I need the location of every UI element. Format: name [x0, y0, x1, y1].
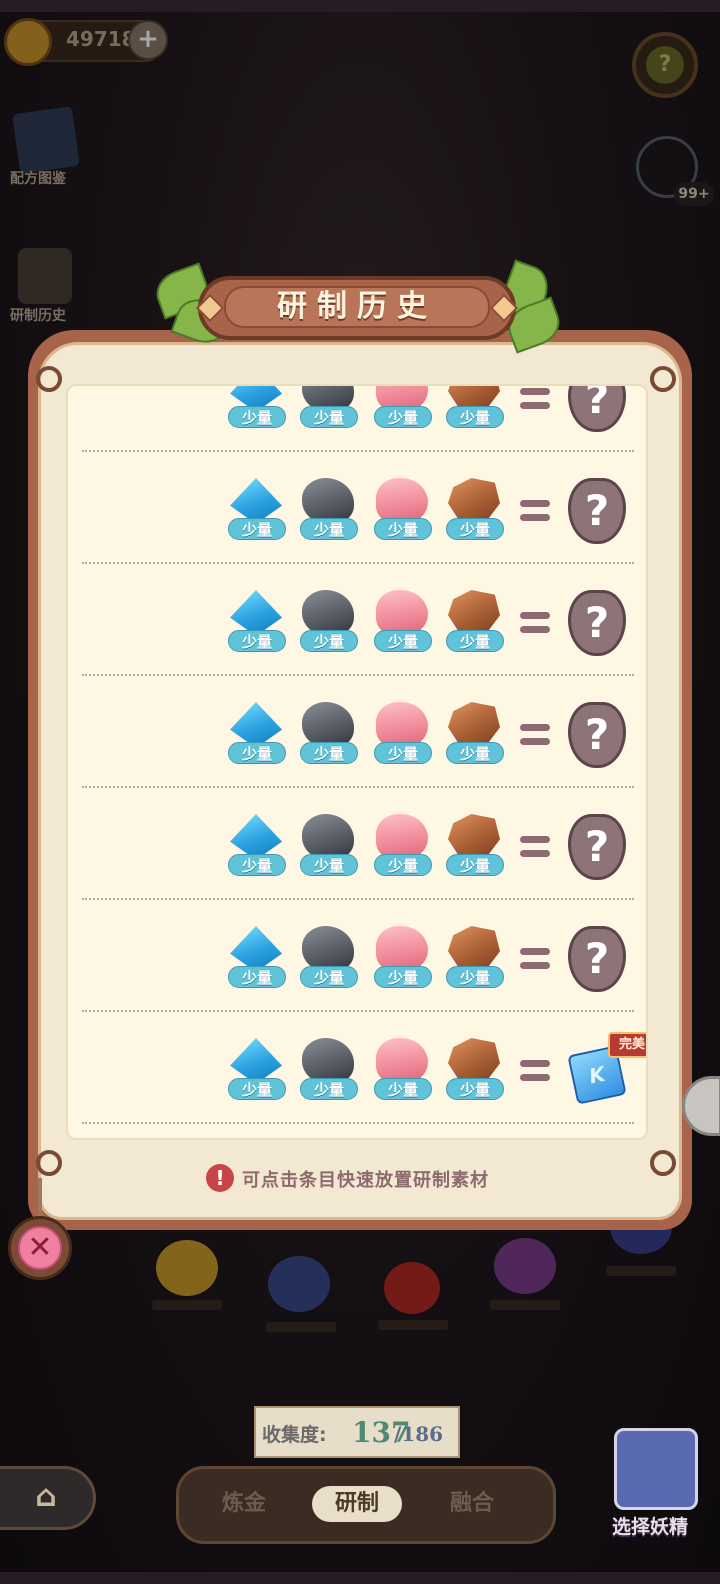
history-row[interactable]: 少量 少量 少量 少量 K 完美 — [82, 1010, 646, 1124]
panel-corner — [650, 366, 676, 392]
ingredient-slot: 少量 — [296, 590, 360, 662]
ingredient-slot: 少量 — [442, 702, 506, 774]
ingredient-slot: 少量 — [442, 386, 506, 438]
equals-icon — [520, 724, 550, 748]
tab-research[interactable]: 研制 — [312, 1486, 402, 1522]
select-fairy-label[interactable]: 选择妖精 — [612, 1512, 688, 1539]
ingredient-slot: 少量 — [296, 478, 360, 550]
equals-icon — [520, 1060, 550, 1084]
ingredient-slot: 少量 — [442, 814, 506, 886]
home-button[interactable]: ⌂ — [0, 1466, 96, 1530]
ingredient-slot: 少量 — [224, 814, 288, 886]
panel-corner — [650, 1150, 676, 1176]
unknown-result-icon: ? — [568, 386, 626, 432]
ingredient-slot: 少量 — [224, 386, 288, 438]
equals-icon — [520, 836, 550, 860]
quantity-badge: 少量 — [374, 966, 432, 988]
ingredient-slot: 少量 — [370, 926, 434, 998]
ingredient-slot: 少量 — [224, 478, 288, 550]
quantity-badge: 少量 — [374, 854, 432, 876]
collection-total: /186 — [394, 1422, 444, 1446]
quantity-badge: 少量 — [300, 854, 358, 876]
quantity-badge: 少量 — [446, 630, 504, 652]
quantity-badge: 少量 — [228, 966, 286, 988]
quantity-badge: 少量 — [300, 966, 358, 988]
ingredient-slot: 少量 — [296, 926, 360, 998]
equals-icon — [520, 948, 550, 972]
ingredient-slot: 少量 — [296, 814, 360, 886]
quantity-badge: 少量 — [374, 406, 432, 428]
ingredient-slot: 少量 — [370, 590, 434, 662]
quantity-badge: 少量 — [228, 406, 286, 428]
unknown-result-icon: ? — [568, 478, 626, 544]
quantity-badge: 少量 — [300, 518, 358, 540]
panel-corner — [36, 366, 62, 392]
quantity-badge: 少量 — [228, 518, 286, 540]
quantity-badge: 少量 — [446, 966, 504, 988]
quantity-badge: 少量 — [374, 1078, 432, 1100]
quantity-badge: 少量 — [228, 854, 286, 876]
quantity-badge: 少量 — [446, 1078, 504, 1100]
equals-icon — [520, 612, 550, 636]
unknown-result-icon: ? — [568, 814, 626, 880]
quantity-badge: 少量 — [446, 854, 504, 876]
hint-text: 可点击条目快速放置研制素材 — [242, 1170, 489, 1191]
history-row[interactable]: 少量 少量 少量 少量? — [82, 386, 634, 452]
ingredient-slot: 少量 — [224, 926, 288, 998]
ingredient-slot: 少量 — [224, 1038, 288, 1110]
quantity-badge: 少量 — [228, 630, 286, 652]
ingredient-slot: 少量 — [442, 926, 506, 998]
close-icon[interactable]: ✕ — [18, 1226, 62, 1270]
ingredient-slot: 少量 — [370, 478, 434, 550]
ingredient-slot: 少量 — [370, 386, 434, 438]
panel-corner — [36, 1150, 62, 1176]
tab-alchemy[interactable]: 炼金 — [196, 1486, 292, 1522]
ingredient-slot: 少量 — [296, 1038, 360, 1110]
unknown-result-icon: ? — [568, 926, 626, 992]
quantity-badge: 少量 — [446, 518, 504, 540]
ingredient-slot: 少量 — [442, 590, 506, 662]
quantity-badge: 少量 — [300, 406, 358, 428]
ingredient-slot: 少量 — [370, 1038, 434, 1110]
ingredient-slot: 少量 — [224, 590, 288, 662]
quantity-badge: 少量 — [228, 742, 286, 764]
history-row[interactable]: 少量 少量 少量 少量? — [82, 450, 634, 564]
tab-fusion[interactable]: 融合 — [424, 1486, 520, 1522]
ingredient-slot: 少量 — [442, 478, 506, 550]
collection-label: 收集度: — [262, 1424, 327, 1446]
history-list[interactable]: 少量 少量 少量 少量? 少量 少量 少量 少量? 少量 少量 少量 少量? 少量 少量 少量 少量? 少量 少量… — [66, 384, 648, 1140]
ingredient-slot: 少量 — [296, 386, 360, 438]
ingredient-slot: 少量 — [370, 702, 434, 774]
quantity-badge: 少量 — [300, 1078, 358, 1100]
ingredient-slot: 少量 — [370, 814, 434, 886]
quantity-badge: 少量 — [300, 630, 358, 652]
quantity-badge: 少量 — [374, 742, 432, 764]
quantity-badge: 少量 — [446, 406, 504, 428]
history-row[interactable]: 少量 少量 少量 少量? — [82, 674, 634, 788]
history-row[interactable]: 少量 少量 少量 少量? — [82, 562, 634, 676]
quantity-badge: 少量 — [300, 742, 358, 764]
unknown-result-icon: ? — [568, 590, 626, 656]
fairy-portrait[interactable] — [614, 1428, 698, 1510]
rope-decoration — [38, 1178, 42, 1218]
quantity-badge: 少量 — [228, 1078, 286, 1100]
panel-title: 研制历史 — [277, 289, 437, 324]
equals-icon — [520, 500, 550, 524]
ingredient-slot: 少量 — [296, 702, 360, 774]
quantity-badge: 少量 — [374, 518, 432, 540]
ingredient-slot: 少量 — [224, 702, 288, 774]
unknown-result-icon: ? — [568, 702, 626, 768]
perfect-tag: 完美 — [608, 1032, 646, 1058]
history-row[interactable]: 少量 少量 少量 少量? — [82, 898, 634, 1012]
warning-icon: ! — [206, 1164, 234, 1192]
quantity-badge: 少量 — [446, 742, 504, 764]
ingredient-slot: 少量 — [442, 1038, 506, 1110]
quantity-badge: 少量 — [374, 630, 432, 652]
history-row[interactable]: 少量 少量 少量 少量? — [82, 786, 634, 900]
equals-icon — [520, 388, 550, 412]
